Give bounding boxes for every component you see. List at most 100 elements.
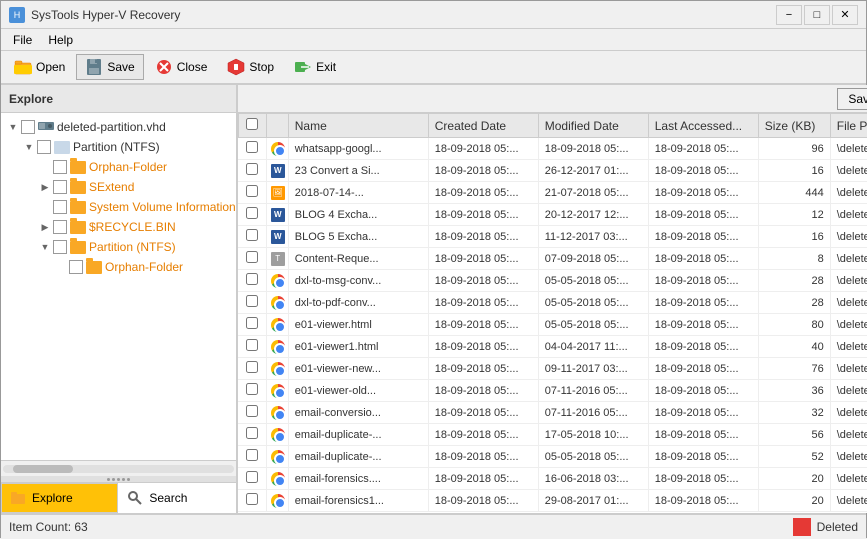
word-icon: W xyxy=(271,230,285,244)
open-button[interactable]: Open xyxy=(5,54,74,80)
row-checkbox[interactable] xyxy=(246,361,258,373)
row-checkbox-cell[interactable] xyxy=(238,270,266,292)
table-row[interactable]: W 23 Convert a Si... 18-09-2018 05:... 2… xyxy=(238,160,867,182)
tree-checkbox-sextend[interactable] xyxy=(53,180,67,194)
row-checkbox-cell[interactable] xyxy=(238,248,266,270)
table-row[interactable]: W BLOG 4 Excha... 18-09-2018 05:... 20-1… xyxy=(238,204,867,226)
tree-node-partition2[interactable]: ▼ Partition (NTFS) xyxy=(1,237,236,257)
row-checkbox-cell[interactable] xyxy=(238,138,266,160)
search-tab[interactable]: Search xyxy=(118,483,235,513)
row-checkbox[interactable] xyxy=(246,141,258,153)
select-all-checkbox[interactable] xyxy=(246,118,258,130)
row-checkbox[interactable] xyxy=(246,317,258,329)
tree-node-vhd[interactable]: ▼ deleted-partition.vhd xyxy=(1,117,236,137)
col-header-size[interactable]: Size (KB) xyxy=(758,114,830,138)
table-row[interactable]: 🖼 2018-07-14-... 18-09-2018 05:... 21-07… xyxy=(238,182,867,204)
row-checkbox-cell[interactable] xyxy=(238,292,266,314)
tree-checkbox-svi[interactable] xyxy=(53,200,67,214)
file-tree[interactable]: ▼ deleted-partition.vhd ▼ Partition (NTF… xyxy=(1,113,236,460)
row-checkbox-cell[interactable] xyxy=(238,336,266,358)
tree-node-sysvolinfo[interactable]: System Volume Information xyxy=(1,197,236,217)
row-checkbox-cell[interactable] xyxy=(238,424,266,446)
row-checkbox-cell[interactable] xyxy=(238,314,266,336)
table-row[interactable]: e01-viewer.html 18-09-2018 05:... 05-05-… xyxy=(238,314,867,336)
menu-file[interactable]: File xyxy=(5,31,40,49)
row-checkbox[interactable] xyxy=(246,163,258,175)
tree-checkbox-orphan1[interactable] xyxy=(53,160,67,174)
col-header-created[interactable]: Created Date xyxy=(428,114,538,138)
row-checkbox[interactable] xyxy=(246,251,258,263)
horizontal-scrollbar[interactable] xyxy=(1,460,236,476)
scroll-thumb[interactable] xyxy=(13,465,73,473)
save-button[interactable]: Save xyxy=(76,54,143,80)
table-row[interactable]: email-forensics.... 18-09-2018 05:... 16… xyxy=(238,468,867,490)
table-row[interactable]: e01-viewer-new... 18-09-2018 05:... 09-1… xyxy=(238,358,867,380)
row-checkbox-cell[interactable] xyxy=(238,160,266,182)
row-checkbox[interactable] xyxy=(246,493,258,505)
table-row[interactable]: e01-viewer-old... 18-09-2018 05:... 07-1… xyxy=(238,380,867,402)
tree-checkbox-orphan2[interactable] xyxy=(69,260,83,274)
col-header-modified[interactable]: Modified Date xyxy=(538,114,648,138)
tree-node-partition1[interactable]: ▼ Partition (NTFS) xyxy=(1,137,236,157)
row-checkbox[interactable] xyxy=(246,273,258,285)
tree-node-sextend[interactable]: ▶ SExtend xyxy=(1,177,236,197)
tree-checkbox-p2[interactable] xyxy=(53,240,67,254)
row-checkbox[interactable] xyxy=(246,383,258,395)
row-checkbox[interactable] xyxy=(246,185,258,197)
col-header-name[interactable]: Name xyxy=(288,114,428,138)
minimize-button[interactable]: − xyxy=(776,5,802,25)
close-window-button[interactable]: ✕ xyxy=(832,5,858,25)
row-accessed: 18-09-2018 05:... xyxy=(648,270,758,292)
tree-checkbox-recycle[interactable] xyxy=(53,220,67,234)
row-checkbox-cell[interactable] xyxy=(238,226,266,248)
row-checkbox-cell[interactable] xyxy=(238,468,266,490)
col-header-check[interactable] xyxy=(238,114,266,138)
table-row[interactable]: T Content-Reque... 18-09-2018 05:... 07-… xyxy=(238,248,867,270)
chrome-icon xyxy=(271,384,285,398)
row-checkbox[interactable] xyxy=(246,295,258,307)
table-row[interactable]: e01-viewer1.html 18-09-2018 05:... 04-04… xyxy=(238,336,867,358)
col-header-accessed[interactable]: Last Accessed... xyxy=(648,114,758,138)
row-checkbox[interactable] xyxy=(246,471,258,483)
row-checkbox-cell[interactable] xyxy=(238,182,266,204)
table-row[interactable]: W BLOG 5 Excha... 18-09-2018 05:... 11-1… xyxy=(238,226,867,248)
row-checkbox-cell[interactable] xyxy=(238,380,266,402)
table-row[interactable]: email-duplicate-... 18-09-2018 05:... 05… xyxy=(238,446,867,468)
row-checkbox[interactable] xyxy=(246,449,258,461)
maximize-button[interactable]: □ xyxy=(804,5,830,25)
tree-node-orphan1[interactable]: Orphan-Folder xyxy=(1,157,236,177)
tree-node-recycle[interactable]: ▶ $RECYCLE.BIN xyxy=(1,217,236,237)
close-button[interactable]: Close xyxy=(146,54,217,80)
menu-help[interactable]: Help xyxy=(40,31,81,49)
row-modified: 20-12-2017 12:... xyxy=(538,204,648,226)
row-checkbox-cell[interactable] xyxy=(238,446,266,468)
table-row[interactable]: dxl-to-msg-conv... 18-09-2018 05:... 05-… xyxy=(238,270,867,292)
tree-checkbox-p1[interactable] xyxy=(37,140,51,154)
exit-button[interactable]: Exit xyxy=(285,54,345,80)
row-checkbox[interactable] xyxy=(246,207,258,219)
file-table[interactable]: Name Created Date Modified Date Last Acc… xyxy=(238,113,867,513)
row-checkbox[interactable] xyxy=(246,229,258,241)
row-checkbox[interactable] xyxy=(246,427,258,439)
row-path: \deleted-partitio... xyxy=(830,336,867,358)
table-row[interactable]: email-duplicate-... 18-09-2018 05:... 17… xyxy=(238,424,867,446)
table-row[interactable]: email-conversio... 18-09-2018 05:... 07-… xyxy=(238,402,867,424)
table-row[interactable]: whatsapp-googl... 18-09-2018 05:... 18-0… xyxy=(238,138,867,160)
tree-node-orphan2[interactable]: Orphan-Folder xyxy=(1,257,236,277)
row-checkbox[interactable] xyxy=(246,405,258,417)
row-icon-cell: W xyxy=(266,226,288,248)
chrome-icon xyxy=(271,472,285,486)
row-checkbox[interactable] xyxy=(246,339,258,351)
save-selected-button[interactable]: Save Selected xyxy=(837,88,867,110)
tree-checkbox-vhd[interactable] xyxy=(21,120,35,134)
col-header-path[interactable]: File Path xyxy=(830,114,867,138)
row-checkbox-cell[interactable] xyxy=(238,402,266,424)
row-icon-cell: W xyxy=(266,160,288,182)
explore-tab[interactable]: Explore xyxy=(1,483,118,513)
table-row[interactable]: email-forensics1... 18-09-2018 05:... 29… xyxy=(238,490,867,512)
stop-button[interactable]: Stop xyxy=(218,54,283,80)
row-checkbox-cell[interactable] xyxy=(238,490,266,512)
table-row[interactable]: dxl-to-pdf-conv... 18-09-2018 05:... 05-… xyxy=(238,292,867,314)
row-checkbox-cell[interactable] xyxy=(238,358,266,380)
row-checkbox-cell[interactable] xyxy=(238,204,266,226)
